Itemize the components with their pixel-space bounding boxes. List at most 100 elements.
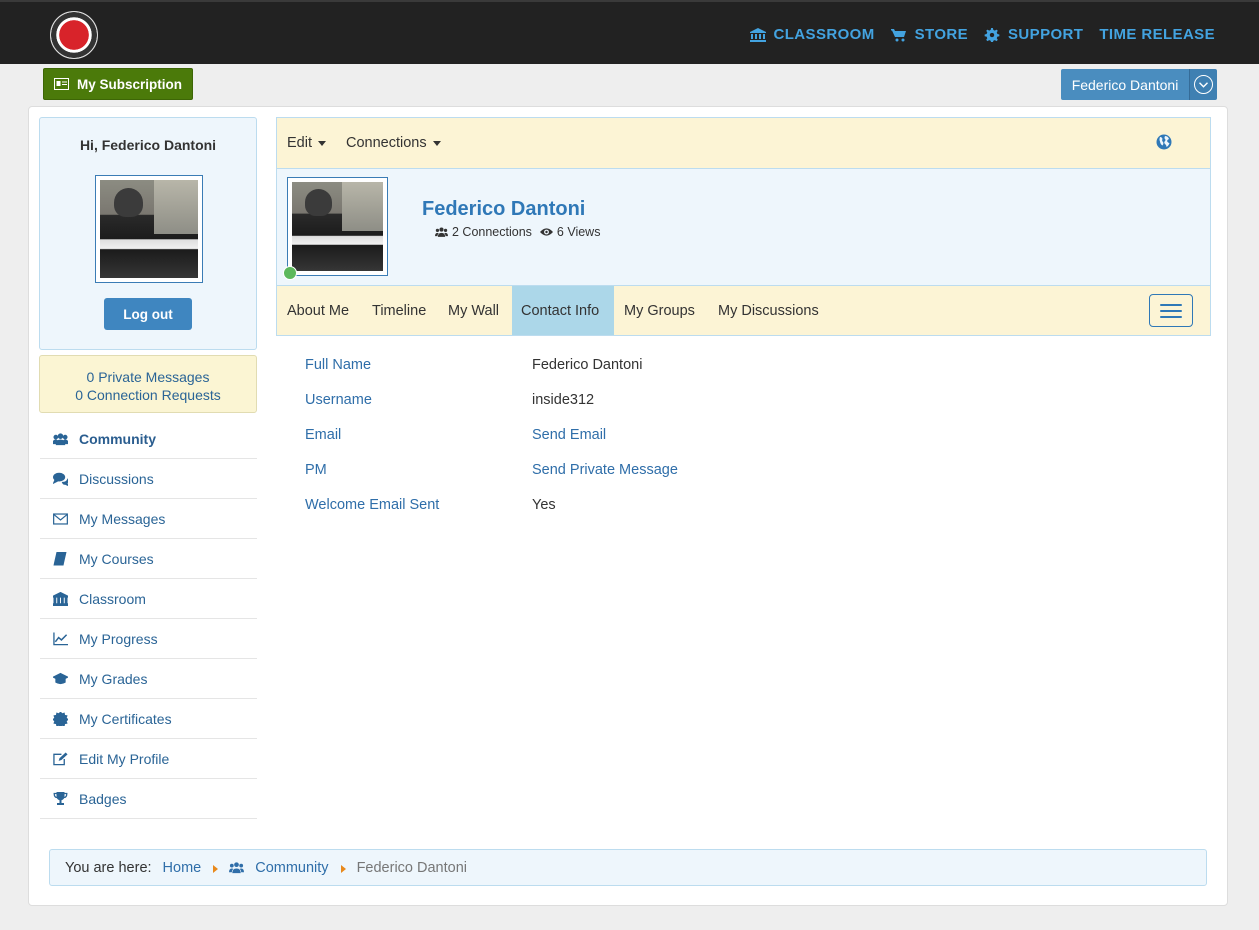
contact-row-username: Username inside312 [305,392,594,412]
breadcrumb: You are here: Home Community Federico Da… [49,849,1207,886]
sidebar-item-community-label: Community [79,430,156,447]
users-icon [229,862,245,874]
certificate-icon [52,711,69,726]
profile-name: Federico Dantoni [422,198,586,220]
chevron-down-circle-icon [1194,75,1213,94]
notifications-box: 0 Private Messages 0 Connection Requests [39,355,257,413]
greeting: Hi, Federico Dantoni [79,137,217,153]
user-menu-button[interactable]: Federico Dantoni [1061,69,1217,100]
sidebar-item-community[interactable]: Community [40,419,257,459]
contact-row-welcome-email: Welcome Email Sent Yes [305,497,556,517]
breadcrumb-separator-icon [340,865,346,873]
breadcrumb-home[interactable]: Home [163,860,202,876]
online-status-indicator [283,266,297,280]
user-summary-box: Hi, Federico Dantoni Log out [39,117,257,350]
id-card-icon [53,78,69,90]
profile-toolbar: Edit Connections [276,117,1211,169]
nav-time-release[interactable]: TIME RELEASE [1099,26,1215,43]
nav-time-release-label: TIME RELEASE [1099,26,1215,43]
sidebar-item-my-grades-label: My Grades [79,670,148,687]
contact-label: Welcome Email Sent [305,497,440,513]
profile-tabs: About Me Timeline My Wall Contact Info M… [276,285,1211,336]
sidebar-avatar[interactable] [95,175,203,283]
sidebar-item-edit-my-profile[interactable]: Edit My Profile [40,739,257,779]
logout-button[interactable]: Log out [104,298,192,330]
contact-label: PM [305,462,327,478]
connection-requests-link[interactable]: 0 Connection Requests [40,386,256,404]
bank-icon [749,27,766,42]
private-messages-link[interactable]: 0 Private Messages [40,368,256,386]
sidebar-item-my-progress-label: My Progress [79,630,158,647]
top-nav-menu: CLASSROOM STORE SUPPORT TIME RELEASE [749,26,1215,43]
users-icon [435,227,448,237]
edit-dropdown-label: Edit [287,135,312,151]
line-chart-icon [52,631,69,646]
sidebar-item-classroom[interactable]: Classroom [40,579,257,619]
tab-timeline[interactable]: Timeline [363,286,435,335]
breadcrumb-community[interactable]: Community [255,860,328,876]
book-icon [52,551,69,566]
sidebar-item-badges[interactable]: Badges [40,779,257,819]
hamburger-icon-bar [1160,303,1182,306]
profile-avatar[interactable] [287,177,388,276]
my-subscription-label: My Subscription [76,76,182,92]
breadcrumb-separator-icon [213,865,219,873]
sidebar-item-discussions[interactable]: Discussions [40,459,257,499]
nav-classroom[interactable]: CLASSROOM [749,26,875,43]
eye-icon [539,228,553,236]
caret-down-icon [432,140,441,146]
sidebar-item-classroom-label: Classroom [79,590,146,607]
profile-header: Federico Dantoni 2 Connections 6 Views [276,169,1211,285]
sidebar-item-my-courses-label: My Courses [79,550,154,567]
sidebar-item-badges-label: Badges [79,790,127,807]
nav-classroom-label: CLASSROOM [773,26,875,43]
contact-value: Federico Dantoni [532,357,643,373]
send-private-message-link[interactable]: Send Private Message [532,462,678,482]
user-menu-toggle[interactable] [1189,69,1217,100]
sidebar-item-my-grades[interactable]: My Grades [40,659,257,699]
sidebar-item-my-certificates-label: My Certificates [79,710,172,727]
profile-stats: 2 Connections 6 Views [435,225,600,239]
sidebar-item-my-certificates[interactable]: My Certificates [40,699,257,739]
nav-store-label: STORE [914,26,969,43]
tab-contact-info[interactable]: Contact Info [512,286,614,335]
tab-about-me[interactable]: About Me [278,286,358,335]
contact-row-full-name: Full Name Federico Dantoni [305,357,642,377]
contact-label: Full Name [305,357,372,373]
trophy-icon [52,791,69,806]
my-subscription-button[interactable]: My Subscription [43,68,193,100]
contact-row-email: Email Send Email [305,427,606,447]
breadcrumb-current: Federico Dantoni [356,859,467,876]
sidebar-item-my-messages[interactable]: My Messages [40,499,257,539]
nav-store[interactable]: STORE [890,26,969,43]
gear-icon [984,27,1000,42]
send-email-link[interactable]: Send Email [532,427,606,447]
connections-dropdown[interactable]: Connections [346,135,441,151]
tab-my-wall[interactable]: My Wall [439,286,508,335]
caret-down-icon [318,140,326,146]
comments-icon [52,471,69,486]
sidebar-item-discussions-label: Discussions [79,470,154,487]
tabs-menu-toggle[interactable] [1149,294,1193,327]
globe-icon[interactable] [1156,134,1172,150]
nav-support[interactable]: SUPPORT [984,26,1083,43]
contact-value: Yes [532,497,556,513]
user-menu-label: Federico Dantoni [1061,69,1189,100]
breadcrumb-prefix: You are here: [65,859,152,876]
bank-icon [52,591,69,606]
contact-value: inside312 [532,392,595,408]
connections-count[interactable]: 2 Connections [452,225,532,239]
cart-icon [890,28,906,41]
contact-label: Username [305,392,372,408]
nav-support-label: SUPPORT [1008,26,1084,43]
sidebar-item-my-courses[interactable]: My Courses [40,539,257,579]
connections-dropdown-label: Connections [346,135,427,151]
edit-dropdown[interactable]: Edit [287,135,326,151]
site-logo[interactable] [50,11,98,59]
sidebar-item-my-progress[interactable]: My Progress [40,619,257,659]
tab-my-groups[interactable]: My Groups [615,286,704,335]
sidebar-item-my-messages-label: My Messages [79,510,166,527]
tab-my-discussions[interactable]: My Discussions [709,286,828,335]
avatar-photo [100,180,198,278]
sidebar-item-edit-my-profile-label: Edit My Profile [79,750,170,767]
